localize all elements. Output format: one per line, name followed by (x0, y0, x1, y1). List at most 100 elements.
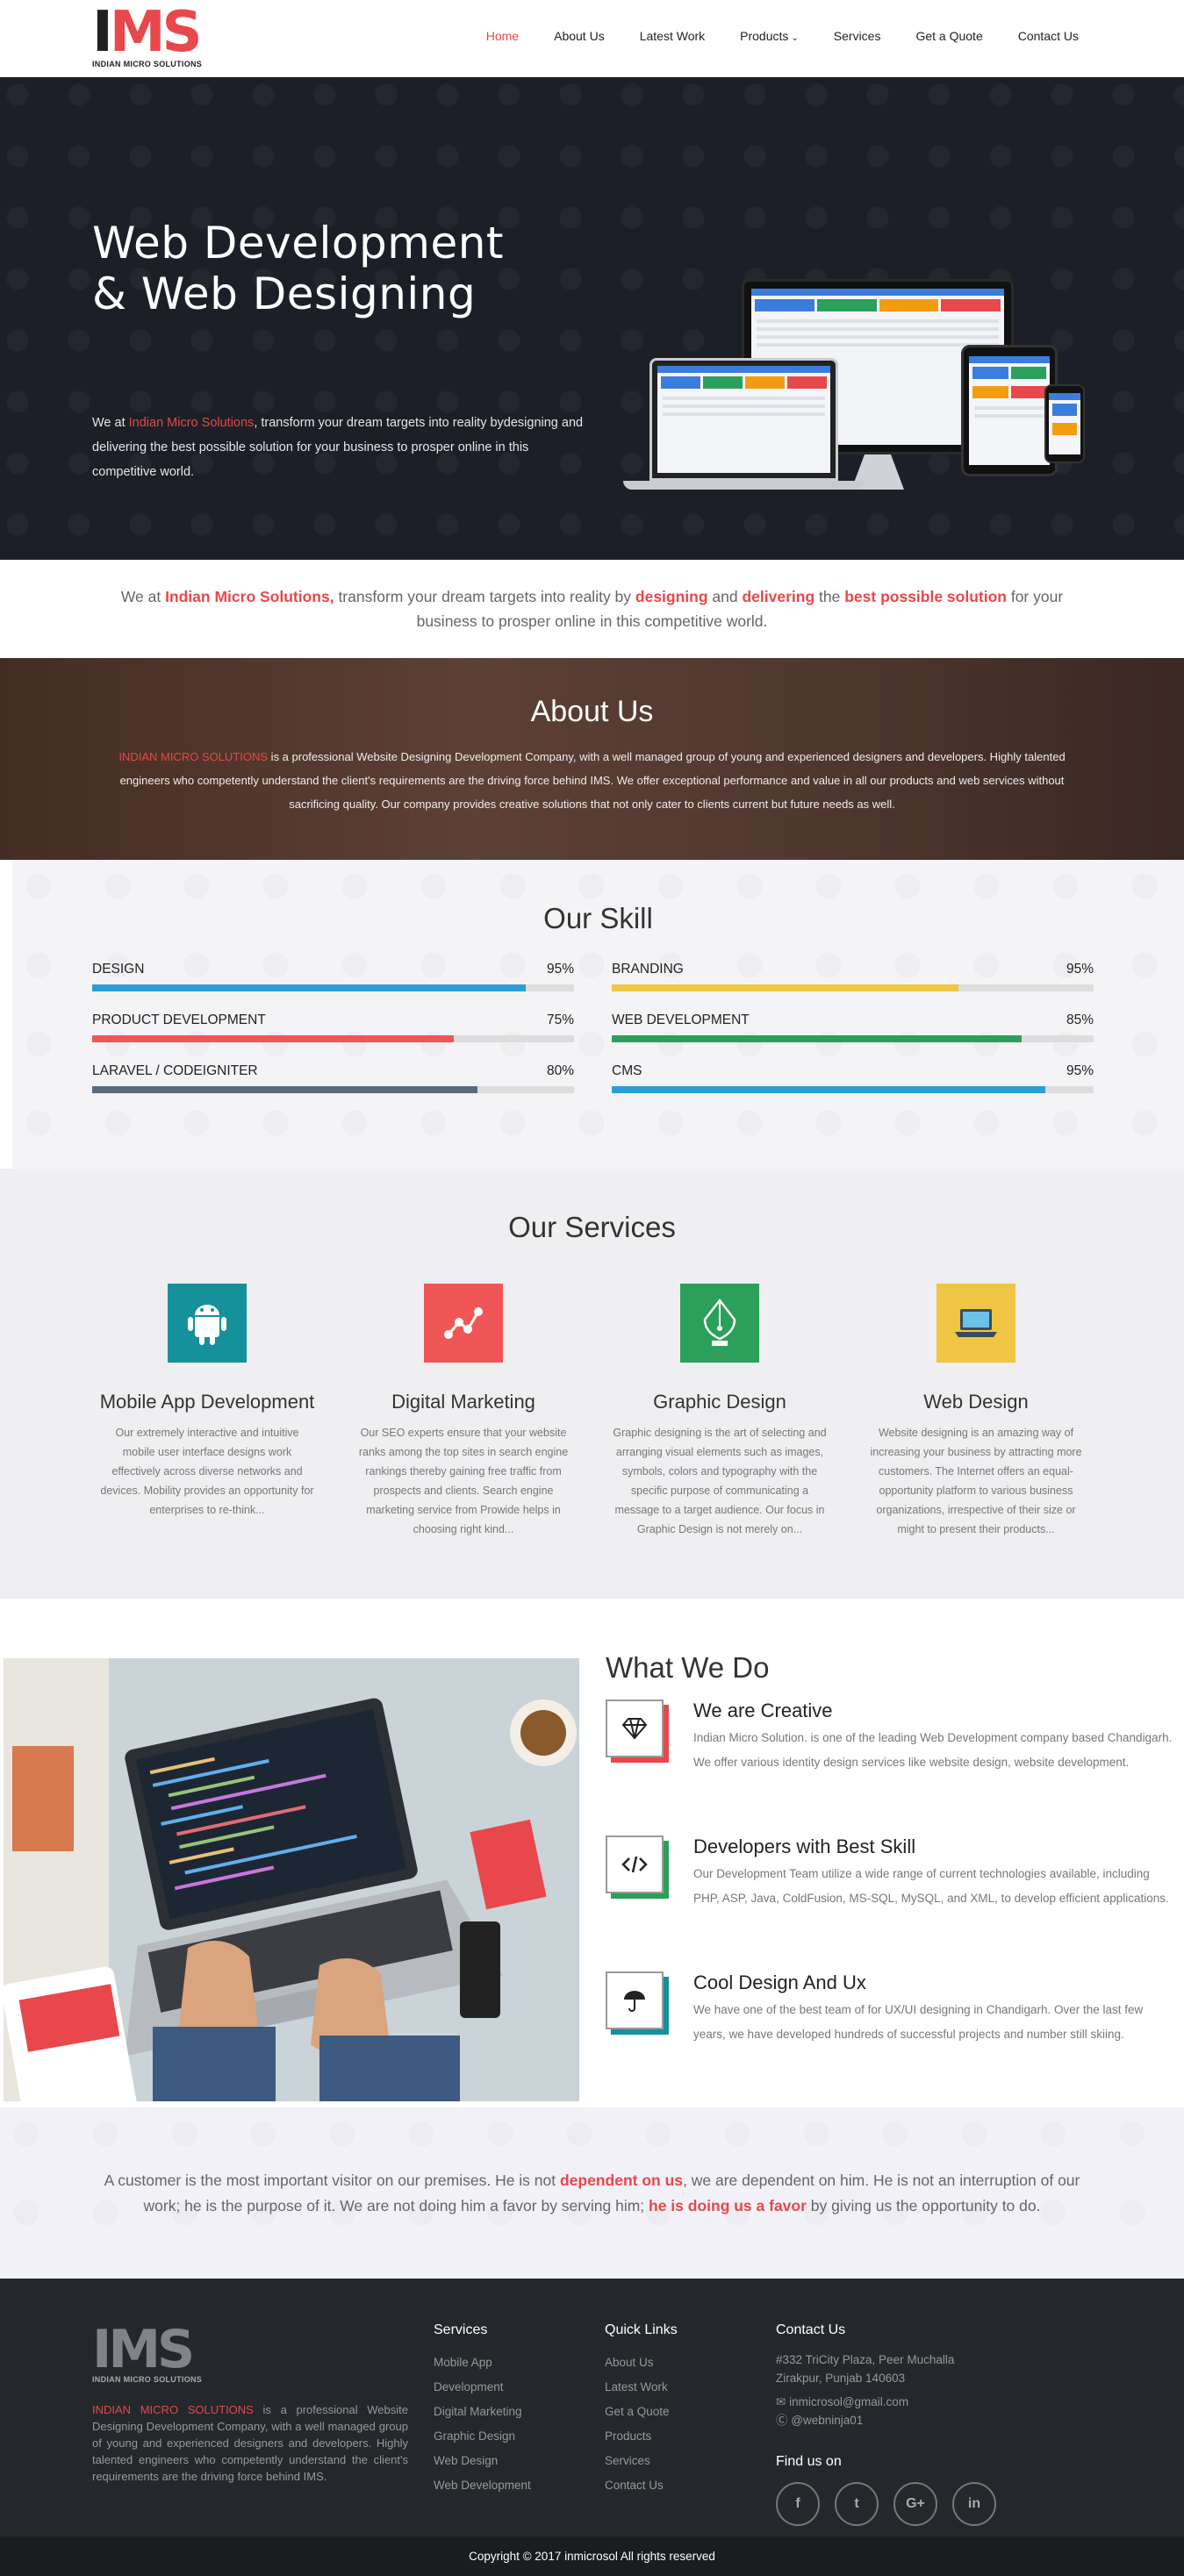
footer-quick-links-column: Quick Links About Us Latest Work Get a Q… (605, 2322, 678, 2498)
skill-progress-fill (92, 1035, 454, 1042)
footer-logo[interactable]: I MS INDIAN MICRO SOLUTIONS (92, 2322, 202, 2384)
skill-progress-fill (612, 984, 959, 991)
footer-service-link[interactable]: Digital Marketing (434, 2400, 531, 2424)
footer-about-text: INDIAN MICRO SOLUTIONS is a professional… (92, 2401, 408, 2485)
footer-logo-letter-i: I (92, 2319, 111, 2380)
skill-name: WEB DEVELOPMENT (612, 1013, 750, 1027)
skill-percent: 80% (546, 1063, 574, 1078)
skills-section: Our Skill DESIGN 95% BRANDING 95% PRODUCT … (0, 860, 1184, 1169)
footer-find-title: Find us on (776, 2454, 842, 2469)
service-card-graphic-design[interactable]: Graphic Design Graphic designing is the … (592, 1284, 848, 1539)
skill-progress-fill (92, 984, 527, 991)
skill-item: DESIGN 95% (92, 962, 574, 991)
tagline-highlight: Indian Micro Solutions, (165, 588, 334, 605)
hero-text-highlight: Indian Micro Solutions (128, 416, 255, 430)
tagline-part: We at (120, 588, 166, 605)
nav-products[interactable]: Products ⌄ (740, 29, 799, 43)
skill-item: PRODUCT DEVELOPMENT 75% (92, 1013, 574, 1042)
skill-progress-track (92, 1086, 574, 1093)
hero-title-line1: Web Development (92, 218, 504, 268)
diamond-icon (606, 1699, 664, 1757)
tagline-highlight: designing (635, 588, 708, 605)
code-icon (606, 1835, 664, 1893)
services-grid: Mobile App Development Our extremely int… (79, 1284, 1184, 1539)
tagline-part: transform your dream targets into realit… (334, 588, 635, 605)
what-we-do-section: What We Do We are Creative Indian Micro … (0, 1599, 1184, 2107)
nav-contact-us[interactable]: Contact Us (1018, 29, 1079, 43)
tagline-highlight: best possible solution (844, 588, 1007, 605)
quote-highlight: he is doing us a favor (649, 2196, 807, 2215)
site-logo[interactable]: I MS INDIAN MICRO SOLUTIONS (92, 4, 224, 68)
service-text: Graphic designing is the art of selectin… (613, 1427, 827, 1535)
service-title: Mobile App Development (99, 1391, 315, 1413)
site-footer: I MS INDIAN MICRO SOLUTIONS INDIAN MICRO … (0, 2279, 1184, 2537)
nav-get-a-quote[interactable]: Get a Quote (915, 29, 982, 43)
footer-quick-link[interactable]: Services (605, 2449, 678, 2473)
footer-quick-link[interactable]: Contact Us (605, 2473, 678, 2498)
google-plus-icon[interactable]: G+ (893, 2482, 937, 2526)
footer-skype[interactable]: Ⓒ @webninja01 (776, 2411, 954, 2429)
skill-progress-fill (612, 1035, 1022, 1042)
footer-links-title: Quick Links (605, 2322, 678, 2337)
copyright-text: Copyright © 2017 inmicrosol All rights r… (469, 2550, 715, 2563)
footer-logo-mark: I MS (92, 2319, 202, 2380)
logo-subtitle: INDIAN MICRO SOLUTIONS (92, 60, 203, 68)
footer-quick-link[interactable]: Latest Work (605, 2375, 678, 2400)
main-menu: Home About Us Latest Work Products ⌄ Serv… (451, 29, 1079, 43)
footer-email[interactable]: ✉ inmicrosol@gmail.com (776, 2393, 954, 2411)
footer-quick-link[interactable]: Products (605, 2424, 678, 2449)
tagline-part: and (707, 588, 743, 605)
linkedin-icon[interactable]: in (952, 2482, 996, 2526)
nav-about-us[interactable]: About Us (554, 29, 605, 43)
services-section: Our Services Mobile App Development Our … (0, 1169, 1184, 1599)
service-title: Web Design (923, 1391, 1029, 1413)
footer-services-title: Services (434, 2322, 488, 2337)
facebook-icon[interactable]: f (776, 2482, 820, 2526)
nav-products-label: Products (740, 29, 789, 43)
skill-progress-track (612, 1086, 1094, 1093)
hero-title-line2: & Web Designing (92, 268, 477, 319)
footer-service-link[interactable]: Web Development (434, 2473, 531, 2498)
tagline-text: We at Indian Micro Solutions, transform … (101, 584, 1084, 633)
twitter-icon[interactable]: t (835, 2482, 879, 2526)
quote-highlight: dependent on us (560, 2171, 683, 2189)
footer-service-link[interactable]: Mobile App (434, 2351, 531, 2375)
skill-name: DESIGN (92, 962, 145, 977)
hero-title: Web Development & Web Designing (92, 218, 504, 319)
footer-service-link[interactable]: Web Design (434, 2449, 531, 2473)
skill-progress-fill (612, 1086, 1046, 1093)
service-text: Our extremely interactive and intuitive … (100, 1427, 314, 1516)
nav-latest-work[interactable]: Latest Work (640, 29, 705, 43)
footer-quick-link[interactable]: Get a Quote (605, 2400, 678, 2424)
footer-quick-link[interactable]: About Us (605, 2351, 678, 2375)
feature-title: We are Creative (693, 1699, 833, 1721)
service-title: Digital Marketing (391, 1391, 535, 1413)
skill-item: BRANDING 95% (612, 962, 1094, 991)
footer-skype-text: @webninja01 (791, 2414, 864, 2427)
chevron-down-icon: ⌄ (791, 33, 799, 43)
logo-mark: I MS (92, 4, 224, 61)
skill-item: WEB DEVELOPMENT 85% (612, 1013, 1094, 1042)
footer-contact-column: Contact Us #332 TriCity Plaza, Peer Much… (776, 2322, 954, 2429)
service-card-digital-marketing[interactable]: Digital Marketing Our SEO experts ensure… (335, 1284, 592, 1539)
footer-address-line: Zirakpur, Punjab 140603 (776, 2372, 906, 2385)
envelope-icon: ✉ (776, 2395, 786, 2408)
service-card-web-design[interactable]: Web Design Website designing is an amazi… (848, 1284, 1104, 1539)
footer-service-link[interactable]: Development (434, 2375, 531, 2400)
nav-home[interactable]: Home (486, 29, 519, 43)
quote-part: A customer is the most important visitor… (104, 2171, 560, 2189)
service-card-mobile-app[interactable]: Mobile App Development Our extremely int… (79, 1284, 335, 1539)
android-icon (168, 1284, 247, 1363)
service-text: Website designing is an amazing way of i… (870, 1427, 1082, 1535)
skill-percent: 85% (1066, 1013, 1094, 1027)
tagline-section: We at Indian Micro Solutions, transform … (0, 560, 1184, 658)
service-text: Our SEO experts ensure that your website… (358, 1427, 569, 1535)
what-we-do-title: What We Do (606, 1651, 770, 1684)
skills-title: Our Skill (543, 902, 653, 934)
footer-service-link[interactable]: Graphic Design (434, 2424, 531, 2449)
analytics-icon (424, 1284, 503, 1363)
nav-services[interactable]: Services (834, 29, 881, 43)
tablet-mockup (961, 345, 1058, 476)
tagline-highlight: delivering (742, 588, 815, 605)
hero-text: We at Indian Micro Solutions, transform … (92, 411, 584, 484)
